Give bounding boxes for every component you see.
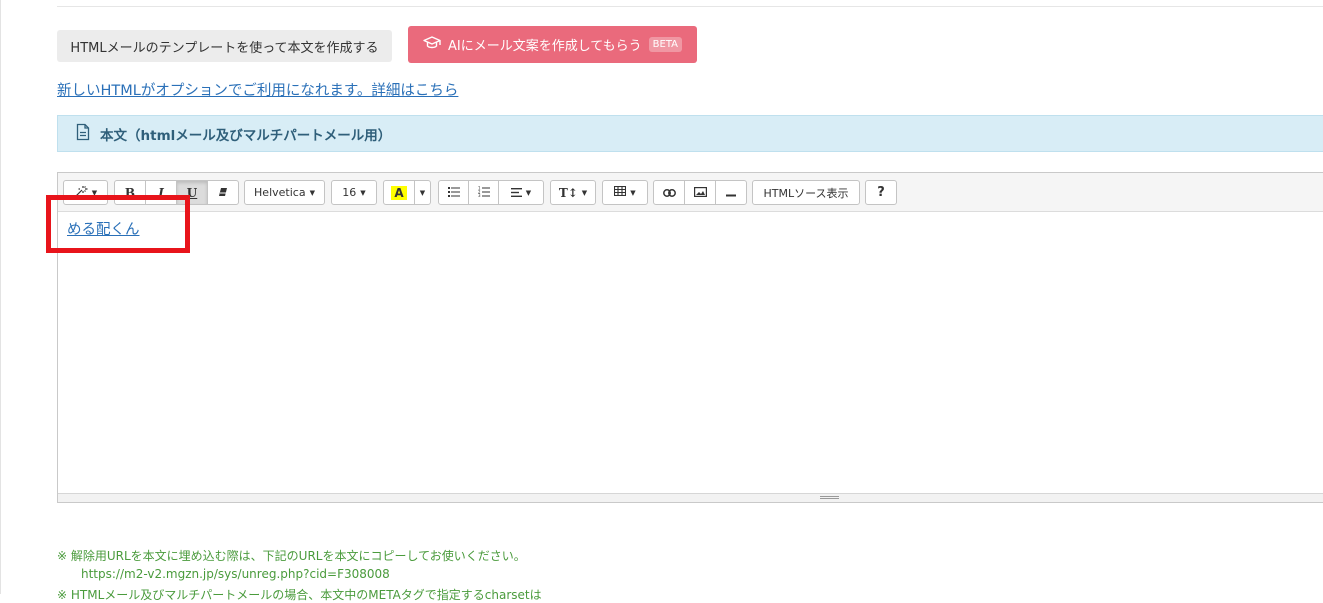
insert-image-button[interactable] — [684, 180, 716, 205]
chevron-down-icon: ▼ — [309, 188, 315, 197]
chevron-down-icon: ▼ — [630, 188, 636, 197]
italic-button[interactable]: I — [145, 180, 177, 205]
html-source-button[interactable]: HTMLソース表示 — [752, 180, 860, 205]
ai-compose-button[interactable]: AIにメール文案を作成してもらう BETA — [408, 26, 697, 63]
charset-note: ※ HTMLメール及びマルチパートメールの場合、本文中のMETAタグで指定するc… — [57, 588, 542, 602]
unordered-list-button[interactable] — [438, 180, 469, 205]
chevron-down-icon: ▼ — [91, 188, 98, 197]
ai-button-label: AIにメール文案を作成してもらう — [447, 39, 642, 54]
page-left-border — [0, 0, 1, 594]
horizontal-rule-icon — [726, 186, 736, 200]
rich-text-editor: ▼ B I U Helvetica ▼ 16 ▼ A ▼ 1 2 3 ▼ T↕ … — [57, 172, 1323, 503]
underline-button[interactable]: U — [176, 180, 208, 205]
bullet-list-icon — [447, 186, 460, 200]
beta-badge: BETA — [648, 37, 683, 52]
font-size-value: 16 — [342, 186, 357, 199]
font-family-value: Helvetica — [254, 186, 306, 199]
svg-text:3: 3 — [478, 193, 481, 197]
highlight-color-button[interactable]: A — [383, 180, 415, 205]
chevron-down-icon: ▼ — [419, 188, 426, 197]
font-size-dropdown[interactable]: 16 ▼ — [331, 180, 377, 205]
font-family-dropdown[interactable]: Helvetica ▼ — [244, 180, 325, 205]
color-group: A ▼ — [383, 180, 431, 205]
table-dropdown[interactable]: ▼ — [602, 180, 648, 205]
bold-button[interactable]: B — [114, 180, 146, 205]
link-icon — [662, 186, 676, 200]
style-dropdown[interactable]: ▼ — [63, 180, 108, 205]
chevron-down-icon: ▼ — [581, 188, 588, 197]
image-icon — [693, 186, 707, 200]
editor-toolbar: ▼ B I U Helvetica ▼ 16 ▼ A ▼ 1 2 3 ▼ T↕ … — [58, 173, 1323, 212]
html-template-button[interactable]: HTMLメールのテンプレートを使って本文を作成する — [57, 30, 392, 62]
clear-format-button[interactable] — [207, 180, 239, 205]
unsubscribe-url-note: ※ 解除用URLを本文に埋め込む際は、下記のURLを本文にコピーしてお使いくださ… — [57, 549, 526, 563]
text-format-group: B I U — [114, 180, 239, 205]
color-a-icon: A — [391, 185, 407, 200]
numbered-list-icon: 1 2 3 — [478, 185, 490, 200]
paragraph-align-dropdown[interactable]: ▼ — [498, 180, 544, 205]
graduation-cap-icon — [423, 35, 441, 55]
html-option-details-link[interactable]: 新しいHTMLがオプションでご利用になれます。詳細はこちら — [57, 79, 458, 100]
unsubscribe-url: https://m2-v2.mgzn.jp/sys/unreg.php?cid=… — [81, 567, 390, 581]
resize-grip-icon — [820, 496, 839, 499]
list-group: 1 2 3 ▼ — [438, 180, 544, 205]
section-title: 本文（htmlメール及びマルチパートメール用） — [100, 127, 392, 144]
insert-hr-button[interactable] — [715, 180, 747, 205]
align-left-icon — [510, 186, 522, 200]
insert-group — [653, 180, 747, 205]
ordered-list-button[interactable]: 1 2 3 — [468, 180, 499, 205]
editor-content-area[interactable]: める配くん — [58, 212, 1323, 493]
magic-wand-icon — [74, 185, 88, 200]
line-height-icon: T↕ — [558, 185, 578, 200]
chevron-down-icon: ▼ — [525, 188, 532, 197]
color-dropdown-button[interactable]: ▼ — [414, 180, 431, 205]
content-link-merupai[interactable]: める配くん — [67, 218, 140, 239]
table-icon — [614, 185, 627, 199]
top-divider — [57, 6, 1323, 7]
body-section-header: 本文（htmlメール及びマルチパートメール用） — [57, 115, 1323, 152]
chevron-down-icon: ▼ — [360, 188, 366, 197]
line-height-dropdown[interactable]: T↕ ▼ — [550, 180, 596, 205]
document-icon — [76, 123, 90, 145]
insert-link-button[interactable] — [653, 180, 685, 205]
help-button[interactable]: ? — [865, 180, 897, 205]
editor-resize-handle[interactable] — [58, 493, 1323, 502]
eraser-icon — [218, 186, 228, 200]
